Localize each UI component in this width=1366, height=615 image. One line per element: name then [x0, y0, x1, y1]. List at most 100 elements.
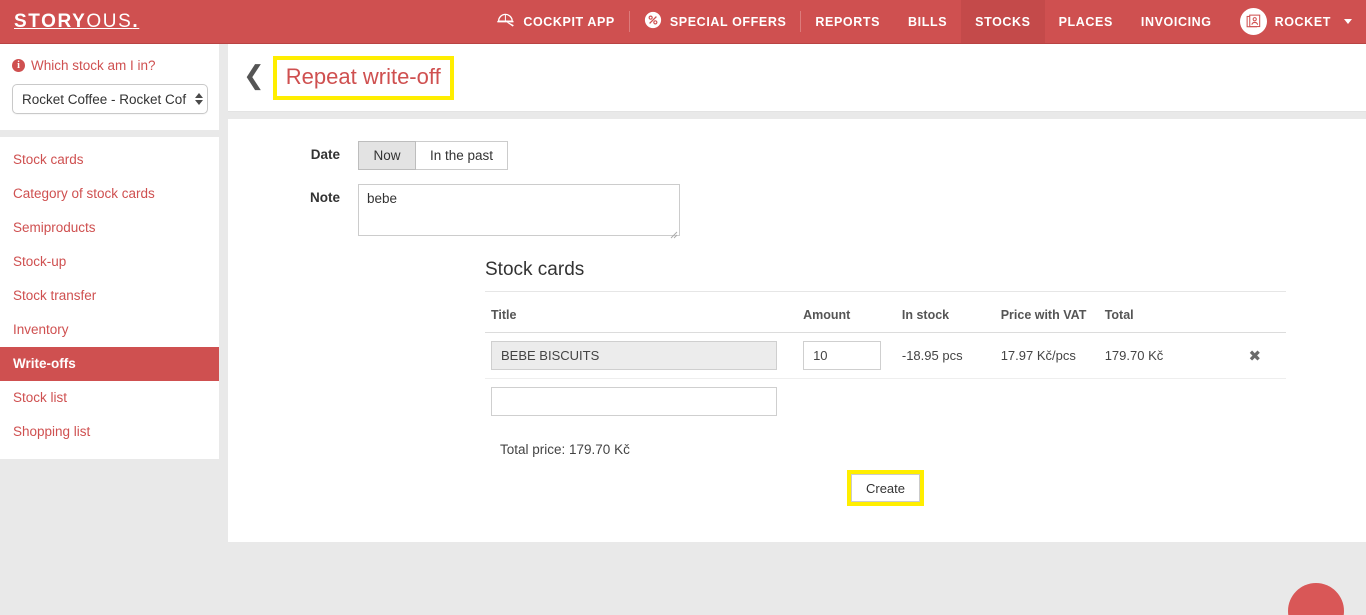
sidebar-item-stock-list[interactable]: Stock list [0, 381, 219, 415]
sidebar-item-write-offs[interactable]: Write-offs [0, 347, 219, 381]
table-head: Title Amount In stock Price with VAT Tot… [485, 292, 1286, 333]
sidebar-item-label: Stock cards [13, 152, 84, 167]
sidebar-item-semiproducts[interactable]: Semiproducts [0, 211, 219, 245]
top-navigation-bar: STORY OUS. COCKPIT APP SPECIAL OFFERS RE… [0, 0, 1366, 44]
sidebar-item-label: Semiproducts [13, 220, 96, 235]
content-gap [228, 112, 1366, 119]
select-updown-icon [195, 93, 203, 105]
sidebar-item-stock-cards[interactable]: Stock cards [0, 143, 219, 177]
nav-item-stocks[interactable]: STOCKS [961, 0, 1045, 43]
note-input[interactable] [358, 184, 680, 236]
logo-bold-part: STORY [14, 10, 87, 32]
date-option-now[interactable]: Now [358, 141, 416, 170]
sidebar-item-label: Shopping list [13, 424, 91, 439]
chevron-left-icon[interactable]: ❮ [243, 63, 265, 89]
new-stock-card-input[interactable] [491, 387, 777, 416]
nav-items: COCKPIT APP SPECIAL OFFERS REPORTS BILLS… [482, 0, 1366, 43]
cell-in-stock: -18.95 pcs [895, 332, 995, 379]
user-menu-label: ROCKET [1274, 14, 1331, 29]
sidebar-menu: Stock cards Category of stock cards Semi… [0, 137, 219, 459]
nav-divider [800, 11, 802, 32]
avatar [1239, 8, 1267, 35]
cell-amount [797, 332, 896, 379]
nav-item-reports[interactable]: REPORTS [801, 0, 894, 43]
cell-new-title [485, 379, 797, 425]
sidebar-item-category-of-stock-cards[interactable]: Category of stock cards [0, 177, 219, 211]
storyous-logo[interactable]: STORY OUS. [0, 0, 153, 43]
main-content: ❮ Repeat write-off Date Now In the past … [228, 44, 1366, 542]
user-menu[interactable]: ROCKET [1226, 0, 1366, 43]
date-label: Date [310, 147, 340, 162]
stock-cards-table: Title Amount In stock Price with VAT Tot… [485, 292, 1286, 424]
app-root: STORY OUS. COCKPIT APP SPECIAL OFFERS RE… [0, 0, 1366, 615]
row-amount-input[interactable] [803, 341, 882, 370]
cell-new-amount [797, 379, 896, 425]
sidebar-item-label: Stock transfer [13, 288, 97, 303]
sidebar-divider [0, 130, 219, 137]
sidebar-item-shopping-list[interactable]: Shopping list [0, 415, 219, 449]
cockpit-cap-icon [496, 13, 515, 31]
column-header-price-with-vat: Price with VAT [994, 292, 1099, 333]
logo-dot: . [132, 10, 140, 32]
sidebar-item-label: Inventory [13, 322, 69, 337]
cell-new-actions [1224, 379, 1286, 425]
nav-item-bills-label: BILLS [908, 14, 948, 29]
nav-item-cockpit-app[interactable]: COCKPIT APP [482, 0, 629, 43]
row-title-input[interactable] [491, 341, 777, 370]
stock-select-value: Rocket Coffee - Rocket Cof [22, 91, 187, 107]
nav-item-special-offers[interactable]: SPECIAL OFFERS [630, 0, 801, 43]
cell-new-total [1099, 379, 1224, 425]
create-button-highlight: Create [846, 470, 925, 506]
date-toggle-group: Now In the past [358, 141, 509, 170]
sidebar-item-label: Stock list [13, 390, 68, 405]
nav-item-cockpit-app-label: COCKPIT APP [523, 14, 615, 29]
table-header-row: Title Amount In stock Price with VAT Tot… [485, 292, 1286, 333]
info-icon: i [12, 59, 25, 72]
create-button-wrapper: Create [485, 470, 1286, 506]
nav-item-reports-label: REPORTS [815, 14, 881, 29]
sidebar-item-stock-up[interactable]: Stock-up [0, 245, 219, 279]
percent-badge-icon [644, 11, 662, 32]
total-price-label: Total price: 179.70 Kč [500, 442, 630, 457]
cell-new-price [995, 379, 1099, 425]
chevron-down-icon [1344, 19, 1352, 24]
stock-question: i Which stock am I in? [12, 58, 207, 73]
nav-item-bills[interactable]: BILLS [894, 0, 961, 43]
column-header-total: Total [1098, 292, 1224, 333]
page-body: i Which stock am I in? Rocket Coffee - R… [0, 44, 1366, 615]
cell-new-instock [896, 379, 995, 425]
sidebar-item-label: Stock-up [13, 254, 67, 269]
nav-item-stocks-label: STOCKS [975, 14, 1031, 29]
write-off-form-panel: Date Now In the past Note Stock [228, 119, 1366, 542]
stock-question-label: Which stock am I in? [31, 58, 156, 73]
nav-item-places[interactable]: PLACES [1045, 0, 1127, 43]
remove-row-icon[interactable]: ✖ [1248, 347, 1261, 365]
cell-price-vat: 17.97 Kč/pcs [994, 332, 1099, 379]
date-row: Date Now In the past [228, 141, 1366, 170]
stock-select[interactable]: Rocket Coffee - Rocket Cof [12, 84, 208, 114]
note-row: Note [228, 184, 1366, 241]
table-row: -18.95 pcs 17.97 Kč/pcs 179.70 Kč ✖ [485, 332, 1286, 379]
cell-actions: ✖ [1223, 332, 1286, 379]
nav-divider [628, 11, 630, 32]
page-title-highlight: Repeat write-off [272, 55, 454, 100]
nav-item-places-label: PLACES [1058, 14, 1113, 29]
note-field-wrapper [358, 184, 680, 241]
create-button[interactable]: Create [850, 474, 921, 502]
date-option-in-the-past[interactable]: In the past [416, 141, 509, 170]
table-new-row [485, 379, 1286, 425]
sidebar-item-label: Category of stock cards [13, 186, 155, 201]
stock-cards-section-title: Stock cards [485, 259, 1286, 292]
cell-title [485, 332, 798, 379]
sidebar-item-stock-transfer[interactable]: Stock transfer [0, 279, 219, 313]
column-header-in-stock: In stock [895, 292, 995, 333]
nav-item-invoicing[interactable]: INVOICING [1127, 0, 1226, 43]
sidebar-item-label: Write-offs [13, 356, 76, 371]
stock-selector-box: i Which stock am I in? Rocket Coffee - R… [0, 44, 219, 130]
sidebar: i Which stock am I in? Rocket Coffee - R… [0, 44, 219, 459]
sidebar-item-inventory[interactable]: Inventory [0, 313, 219, 347]
column-header-actions [1223, 292, 1286, 333]
nav-item-invoicing-label: INVOICING [1140, 14, 1212, 29]
page-header: ❮ Repeat write-off [228, 44, 1366, 112]
